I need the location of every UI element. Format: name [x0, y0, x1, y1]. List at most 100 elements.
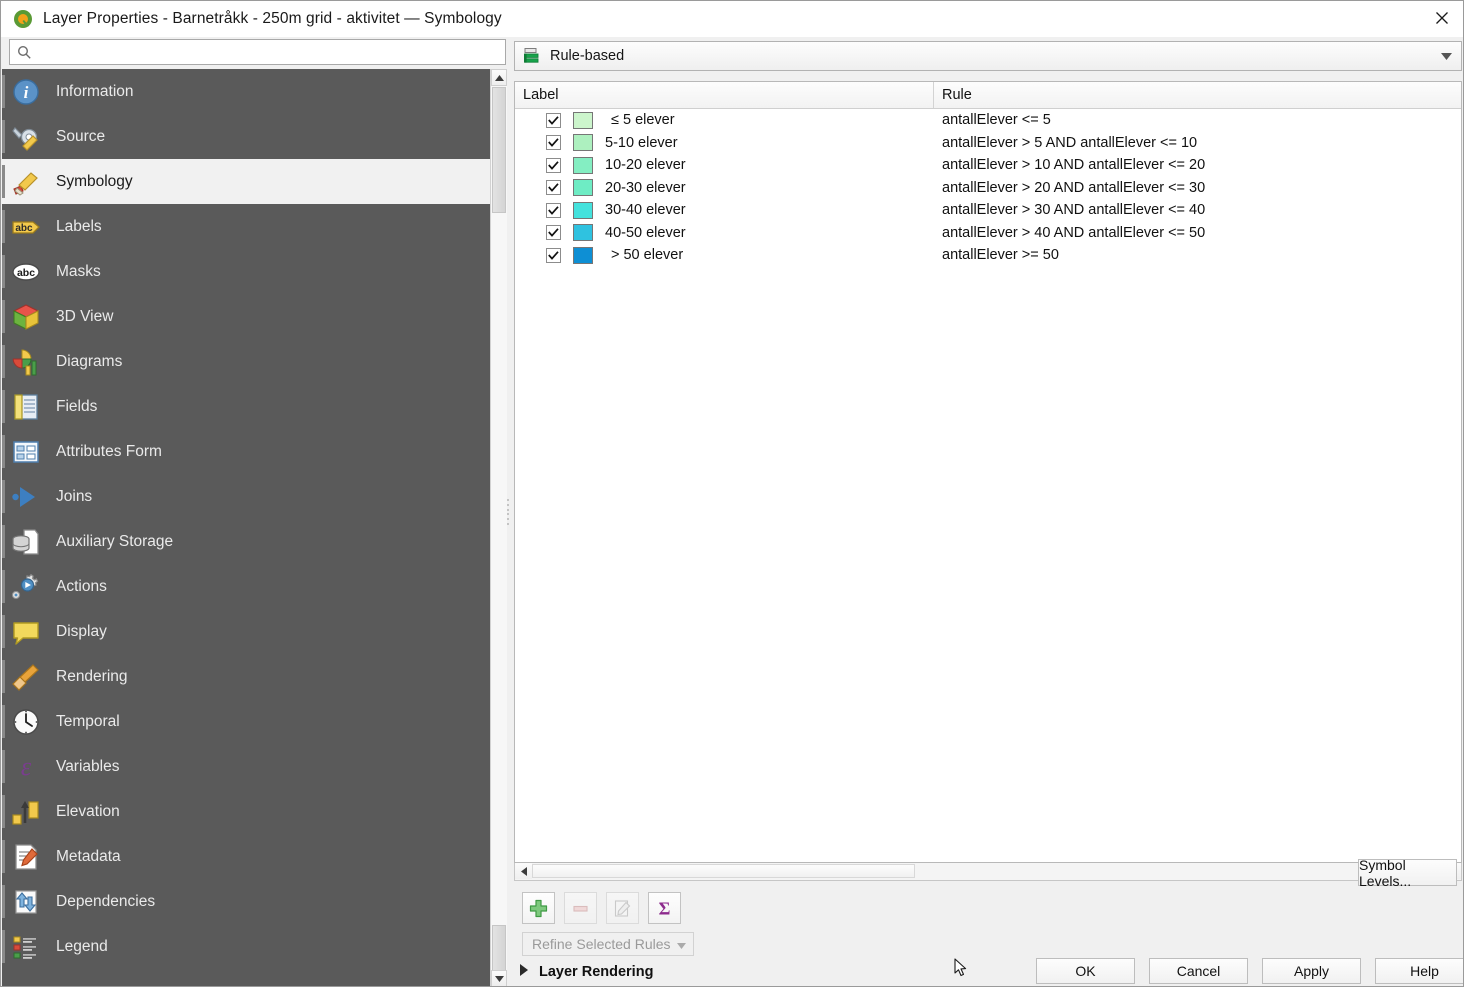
sidebar-item-labels[interactable]: abc Labels: [2, 204, 490, 249]
rule-color-swatch[interactable]: [573, 224, 593, 242]
sidebar-item-divider: [2, 750, 5, 783]
rule-checkbox[interactable]: [546, 112, 561, 128]
rule-color-swatch[interactable]: [573, 111, 593, 129]
sidebar-item-label: Rendering: [56, 667, 128, 685]
rule-color-swatch[interactable]: [573, 201, 593, 219]
renderer-type-dropdown[interactable]: Rule-based: [514, 41, 1462, 71]
sidebar-item-auxiliary-storage[interactable]: Auxiliary Storage: [2, 519, 490, 564]
sidebar-item-legend[interactable]: Legend: [2, 924, 490, 969]
renderer-type-label: Rule-based: [550, 48, 625, 64]
rule-label-text: 40-50 elever: [605, 224, 686, 241]
sidebar-item-variables[interactable]: ε Variables: [2, 744, 490, 789]
sidebar-item-metadata[interactable]: Metadata: [2, 834, 490, 879]
rule-expression-text: antallElever > 30 AND antallElever <= 40: [942, 202, 1206, 219]
rule-checkbox[interactable]: [546, 180, 561, 196]
table-row[interactable]: ≤ 5 elever antallElever <= 5: [515, 109, 1461, 132]
layer-properties-dialog: Layer Properties - Barnetråkk - 250m gri…: [0, 0, 1464, 987]
rule-label-text: 5-10 elever: [605, 134, 678, 151]
sidebar-item-divider: [2, 570, 5, 603]
sidebar-item-elevation[interactable]: Elevation: [2, 789, 490, 834]
legend-list-icon: [10, 931, 42, 963]
column-header-label[interactable]: Label: [515, 82, 934, 108]
refine-selected-rules-button[interactable]: Refine Selected Rules: [522, 932, 694, 956]
sidebar-item-display[interactable]: Display: [2, 609, 490, 654]
sidebar-item-label: Labels: [56, 217, 102, 235]
symbology-panel: Rule-based Label Rule ≤ 5 elever antallEl…: [511, 37, 1463, 986]
sidebar-item-symbology[interactable]: Symbology: [2, 159, 490, 204]
ok-button[interactable]: OK: [1036, 958, 1135, 984]
rule-expression-text: antallElever > 10 AND antallElever <= 20: [942, 157, 1206, 174]
rule-color-swatch[interactable]: [573, 156, 593, 174]
sidebar-item-label: Source: [56, 127, 106, 145]
rule-label-cell: ≤ 5 elever: [515, 111, 934, 129]
dialog-button-box: OK Cancel Apply Help: [1036, 958, 1463, 984]
apply-button[interactable]: Apply: [1262, 958, 1361, 984]
rule-expression-text: antallElever > 5 AND antallElever <= 10: [942, 134, 1198, 151]
svg-text:Σ: Σ: [659, 899, 671, 918]
rules-table: Label Rule ≤ 5 elever antallElever <= 5 5-…: [514, 81, 1462, 863]
information-icon: i: [10, 76, 42, 108]
sidebar-scroll-thumb[interactable]: [492, 87, 506, 213]
sidebar-item-attributes-form[interactable]: Attributes Form: [2, 429, 490, 474]
help-button[interactable]: Help: [1375, 958, 1463, 984]
rule-checkbox[interactable]: [546, 202, 561, 218]
search-input[interactable]: [38, 44, 478, 60]
table-row[interactable]: > 50 elever antallElever >= 50: [515, 244, 1461, 267]
rule-color-swatch[interactable]: [573, 246, 593, 264]
rendering-broom-icon: [10, 661, 42, 693]
symbol-levels-button[interactable]: Symbol Levels...: [1358, 857, 1457, 889]
rule-color-swatch[interactable]: [573, 179, 593, 197]
sidebar-item-divider: [2, 165, 5, 198]
variables-epsilon-icon: ε: [10, 751, 42, 783]
cancel-button[interactable]: Cancel: [1149, 958, 1248, 984]
sidebar-scrollbar[interactable]: [490, 69, 507, 986]
add-rule-button[interactable]: [522, 892, 555, 924]
table-row[interactable]: 10-20 elever antallElever > 10 AND antall…: [515, 154, 1461, 177]
sidebar-item-divider: [2, 255, 5, 288]
display-speech-bubble-icon: [10, 616, 42, 648]
sidebar-item-temporal[interactable]: Temporal: [2, 699, 490, 744]
remove-rule-button[interactable]: [564, 892, 597, 924]
edit-rule-button[interactable]: [606, 892, 639, 924]
close-icon[interactable]: [1419, 1, 1463, 35]
scroll-left-arrow-icon[interactable]: [515, 863, 532, 879]
table-row[interactable]: 20-30 elever antallElever > 20 AND antall…: [515, 177, 1461, 200]
sidebar-item-source[interactable]: Source: [2, 114, 490, 159]
sidebar-item-actions[interactable]: Actions: [2, 564, 490, 609]
sidebar-item-fields[interactable]: Fields: [2, 384, 490, 429]
rule-label-cell: 30-40 elever: [515, 201, 934, 219]
sidebar-item-joins[interactable]: Joins: [2, 474, 490, 519]
ok-label: OK: [1075, 963, 1096, 979]
scroll-up-arrow-icon[interactable]: [491, 69, 507, 86]
rule-checkbox[interactable]: [546, 247, 561, 263]
sidebar-item-3d-view[interactable]: 3D View: [2, 294, 490, 339]
sidebar-item-label: Symbology: [56, 172, 133, 190]
sidebar-item-rendering[interactable]: Rendering: [2, 654, 490, 699]
column-header-rule[interactable]: Rule: [934, 82, 1461, 108]
count-features-button[interactable]: Σ: [648, 892, 681, 924]
sidebar-item-divider: [2, 795, 5, 828]
horizontal-scroll-thumb[interactable]: [532, 864, 915, 878]
search-box[interactable]: [9, 39, 506, 65]
scroll-down-arrow-icon[interactable]: [491, 970, 507, 986]
sidebar-item-masks[interactable]: abc Masks: [2, 249, 490, 294]
metadata-pencil-icon: [10, 841, 42, 873]
sidebar-item-divider: [2, 300, 5, 333]
layer-rendering-section[interactable]: Layer Rendering: [519, 964, 653, 980]
sidebar-item-diagrams[interactable]: Diagrams: [2, 339, 490, 384]
rules-horizontal-scrollbar[interactable]: [514, 863, 1462, 881]
table-row[interactable]: 5-10 elever antallElever > 5 AND antallEl…: [515, 132, 1461, 155]
paintbrush-icon: [10, 166, 42, 198]
rule-checkbox[interactable]: [546, 135, 561, 151]
table-row[interactable]: 30-40 elever antallElever > 30 AND antall…: [515, 199, 1461, 222]
rule-checkbox[interactable]: [546, 157, 561, 173]
rule-color-swatch[interactable]: [573, 134, 593, 152]
sidebar-item-dependencies[interactable]: Dependencies: [2, 879, 490, 924]
sidebar-item-divider: [2, 210, 5, 243]
rule-checkbox[interactable]: [546, 225, 561, 241]
sigma-icon: Σ: [659, 899, 671, 918]
sidebar-item-information[interactable]: i Information: [2, 69, 490, 114]
table-row[interactable]: 40-50 elever antallElever > 40 AND antall…: [515, 222, 1461, 245]
auxiliary-storage-icon: [10, 526, 42, 558]
sidebar-item-label: Temporal: [56, 712, 120, 730]
